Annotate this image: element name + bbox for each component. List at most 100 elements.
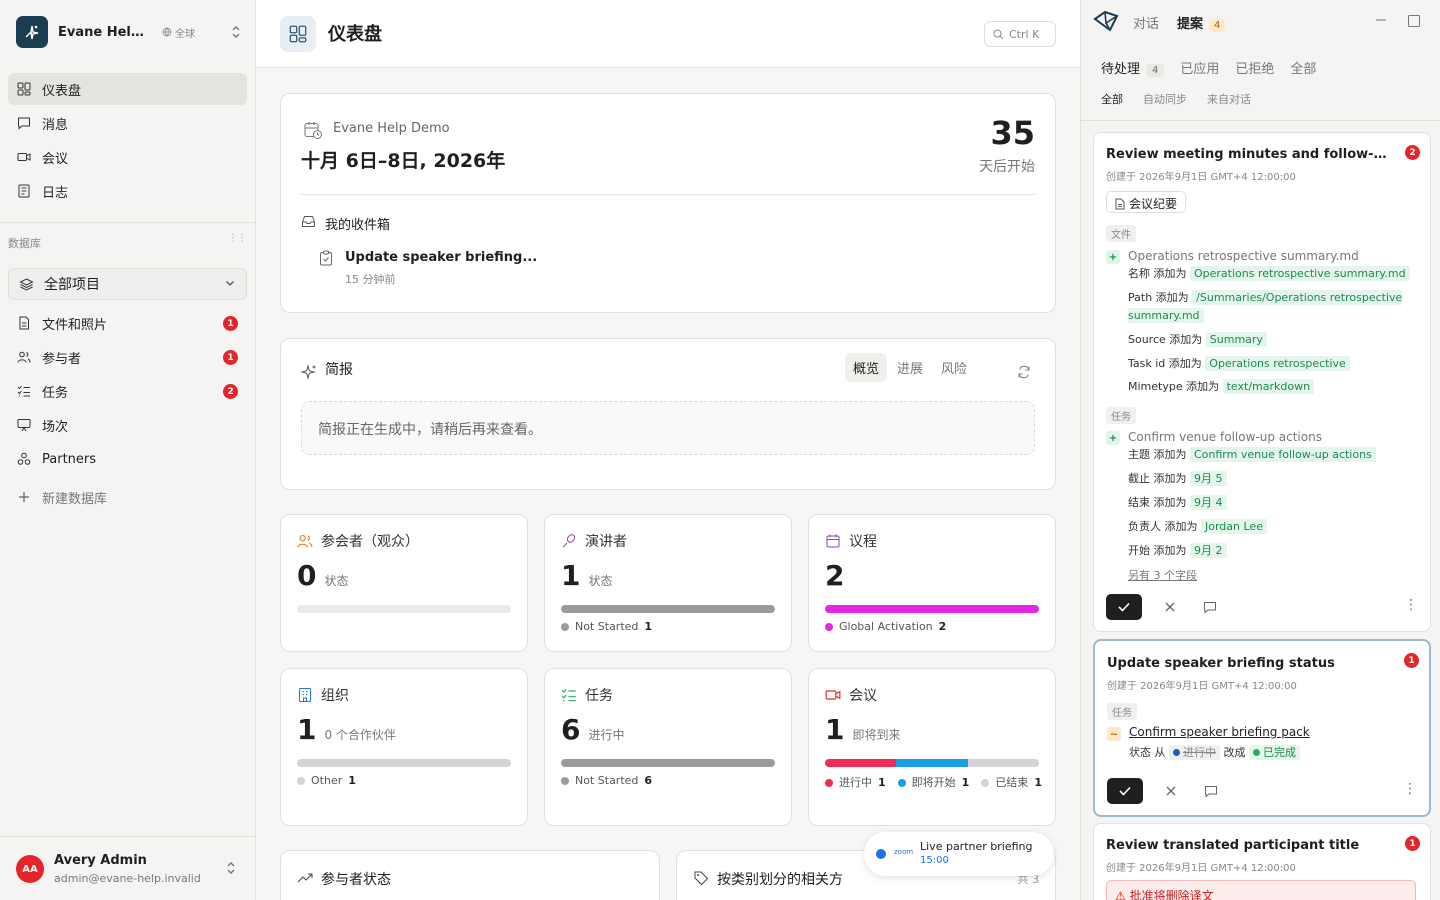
change-item-link[interactable]: Confirm speaker briefing pack — [1129, 725, 1310, 739]
inbox-item-link[interactable]: Update speaker briefing... — [345, 250, 537, 265]
nav-label: Partners — [42, 451, 97, 467]
stat-card-tasks[interactable]: 任务 6 进行中 Not Started 6 — [544, 668, 792, 826]
tab-risks[interactable]: 风险 — [933, 353, 975, 382]
count-badge: 2 — [1405, 145, 1420, 160]
section-label: 任务 — [1107, 703, 1137, 720]
field-change: 截止 添加为 9月 5 — [1128, 470, 1418, 488]
users-icon — [16, 349, 32, 365]
proposal-actions — [1107, 778, 1223, 804]
db-files-photos[interactable]: 文件和照片 1 — [8, 307, 247, 339]
source-all[interactable]: 全部 — [1101, 91, 1123, 107]
approve-button[interactable] — [1107, 778, 1143, 804]
legend-dot — [897, 779, 906, 787]
tab-applied[interactable]: 已应用 — [1180, 58, 1219, 77]
proposal-title: Update speaker briefing status — [1107, 656, 1335, 671]
more-fields-link[interactable]: 另有 3 个字段 — [1128, 567, 1197, 583]
legend-count: 1 — [961, 776, 970, 789]
stat-value: 6 — [561, 713, 581, 746]
workspace-switcher[interactable]: Evane Help Demo 全球 — [16, 16, 248, 48]
stat-legend: Not Started 1 — [561, 620, 781, 633]
all-projects-select[interactable]: 全部项目 — [8, 268, 247, 300]
count-badge: 1 — [223, 316, 238, 331]
message-icon — [16, 115, 32, 131]
proposal-card-selected[interactable]: Update speaker briefing status 创建于 2026年… — [1093, 639, 1431, 817]
comment-button[interactable] — [1199, 785, 1223, 798]
minimize-icon[interactable] — [1375, 14, 1387, 30]
refresh-icon[interactable] — [1017, 365, 1031, 383]
stat-value: 1 — [561, 559, 581, 592]
stat-bar-segment — [561, 605, 775, 613]
stat-card-speakers[interactable]: 演讲者 1 状态 Not Started 1 — [544, 514, 792, 652]
field-change: 负责人 添加为 Jordan Lee — [1128, 518, 1418, 536]
source-from-chat[interactable]: 来自对话 — [1207, 91, 1251, 107]
stat-title: 组织 — [321, 688, 349, 704]
reject-button[interactable] — [1158, 602, 1182, 612]
stat-sub: 即将到来 — [852, 728, 901, 742]
source-auto-sync[interactable]: 自动同步 — [1143, 91, 1187, 107]
legend-item: Not Started 1 — [561, 620, 652, 633]
avatar: AA — [16, 855, 44, 883]
stat-title: 参会者（观众） — [321, 534, 419, 550]
comment-icon — [1205, 785, 1217, 798]
stat-bar — [825, 759, 1039, 767]
sidebar: Evane Help Demo 全球 仪表盘 消息 会议 日志 数据库 ⋮⋮ 全… — [0, 0, 256, 900]
approve-button[interactable] — [1106, 594, 1142, 620]
legend-item: Not Started 6 — [561, 774, 652, 787]
user-menu[interactable]: AA Avery Admin admin@evane-help.invalid — [0, 836, 255, 900]
stat-card-organizations[interactable]: 组织 1 0 个合作伙伴 Other 1 — [280, 668, 528, 826]
sparkle-icon — [300, 364, 317, 384]
db-sessions[interactable]: 场次 — [8, 409, 247, 441]
warning-icon: ⚠ — [1115, 889, 1126, 900]
divider — [301, 194, 1035, 195]
add-icon: + — [1106, 250, 1120, 264]
nav-label: 消息 — [42, 117, 69, 133]
legend-dot — [561, 777, 569, 785]
more-menu-icon[interactable]: ⋮ — [1404, 597, 1418, 613]
proposal-card[interactable]: Review meeting minutes and follow-up tas… — [1093, 132, 1431, 632]
nav-journal[interactable]: 日志 — [8, 175, 247, 207]
event-dates: 十月 6日–8日, 2026年 — [301, 150, 506, 172]
tab-progress[interactable]: 进展 — [889, 353, 931, 382]
proposal-card[interactable]: Review translated participant title 创建于 … — [1093, 823, 1431, 900]
pending-count: 4 — [1146, 64, 1165, 77]
tab-rejected[interactable]: 已拒绝 — [1235, 58, 1274, 77]
nav-meetings[interactable]: 会议 — [8, 141, 247, 173]
nav-label: 新建数据库 — [42, 491, 108, 507]
stat-value: 1 — [825, 713, 845, 746]
countdown-label: 天后开始 — [979, 159, 1035, 175]
tab-all[interactable]: 全部 — [1290, 58, 1316, 77]
nav-messages[interactable]: 消息 — [8, 107, 247, 139]
tab-chat[interactable]: 对话 — [1133, 13, 1159, 32]
more-menu-icon[interactable]: ⋮ — [1403, 781, 1417, 797]
stat-card-attendees[interactable]: 参会者（观众） 0 状态 — [280, 514, 528, 652]
trend-icon — [297, 871, 313, 889]
new-database-button[interactable]: 新建数据库 — [8, 481, 247, 513]
stat-sub: 0 个合作伙伴 — [324, 728, 396, 742]
drag-handle-icon[interactable]: ⋮⋮ — [228, 234, 247, 244]
search-shortcut: Ctrl K — [1009, 27, 1040, 41]
meeting-toast[interactable]: zoom Live partner briefing 15:00 — [864, 832, 1054, 876]
main-content: 仪表盘 Ctrl K Evane Help Demo 十月 6日–8日, 202… — [256, 0, 1080, 900]
nav-dashboard[interactable]: 仪表盘 — [8, 73, 247, 105]
reject-button[interactable] — [1159, 786, 1183, 796]
db-participants[interactable]: 参与者 1 — [8, 341, 247, 373]
maximize-icon[interactable] — [1407, 14, 1421, 32]
search-button[interactable]: Ctrl K — [984, 21, 1056, 47]
tab-proposals[interactable]: 提案 4 — [1177, 13, 1226, 32]
dashboard-icon — [280, 16, 316, 52]
inbox-title: 我的收件箱 — [325, 218, 391, 233]
db-tasks[interactable]: 任务 2 — [8, 375, 247, 407]
users-icon — [297, 533, 313, 549]
db-partners[interactable]: Partners — [8, 443, 247, 475]
stat-card-meetings[interactable]: 会议 1 即将到来 进行中 1 即将开始 1 已结束 1 — [808, 668, 1056, 826]
source-chip[interactable]: 会议纪要 — [1106, 191, 1187, 213]
stat-legend: Global Activation 2 — [825, 620, 1045, 633]
stat-card-agenda[interactable]: 议程 2 Global Activation 2 — [808, 514, 1056, 652]
stat-value: 0 — [297, 559, 317, 592]
field-change: Mimetype 添加为 text/markdown — [1128, 378, 1418, 396]
tab-pending[interactable]: 待处理 4 — [1101, 58, 1165, 77]
stat-bar-segment — [561, 759, 775, 767]
comment-button[interactable] — [1198, 601, 1222, 614]
count-badge: 1 — [1404, 653, 1419, 668]
tab-overview[interactable]: 概览 — [844, 353, 887, 382]
